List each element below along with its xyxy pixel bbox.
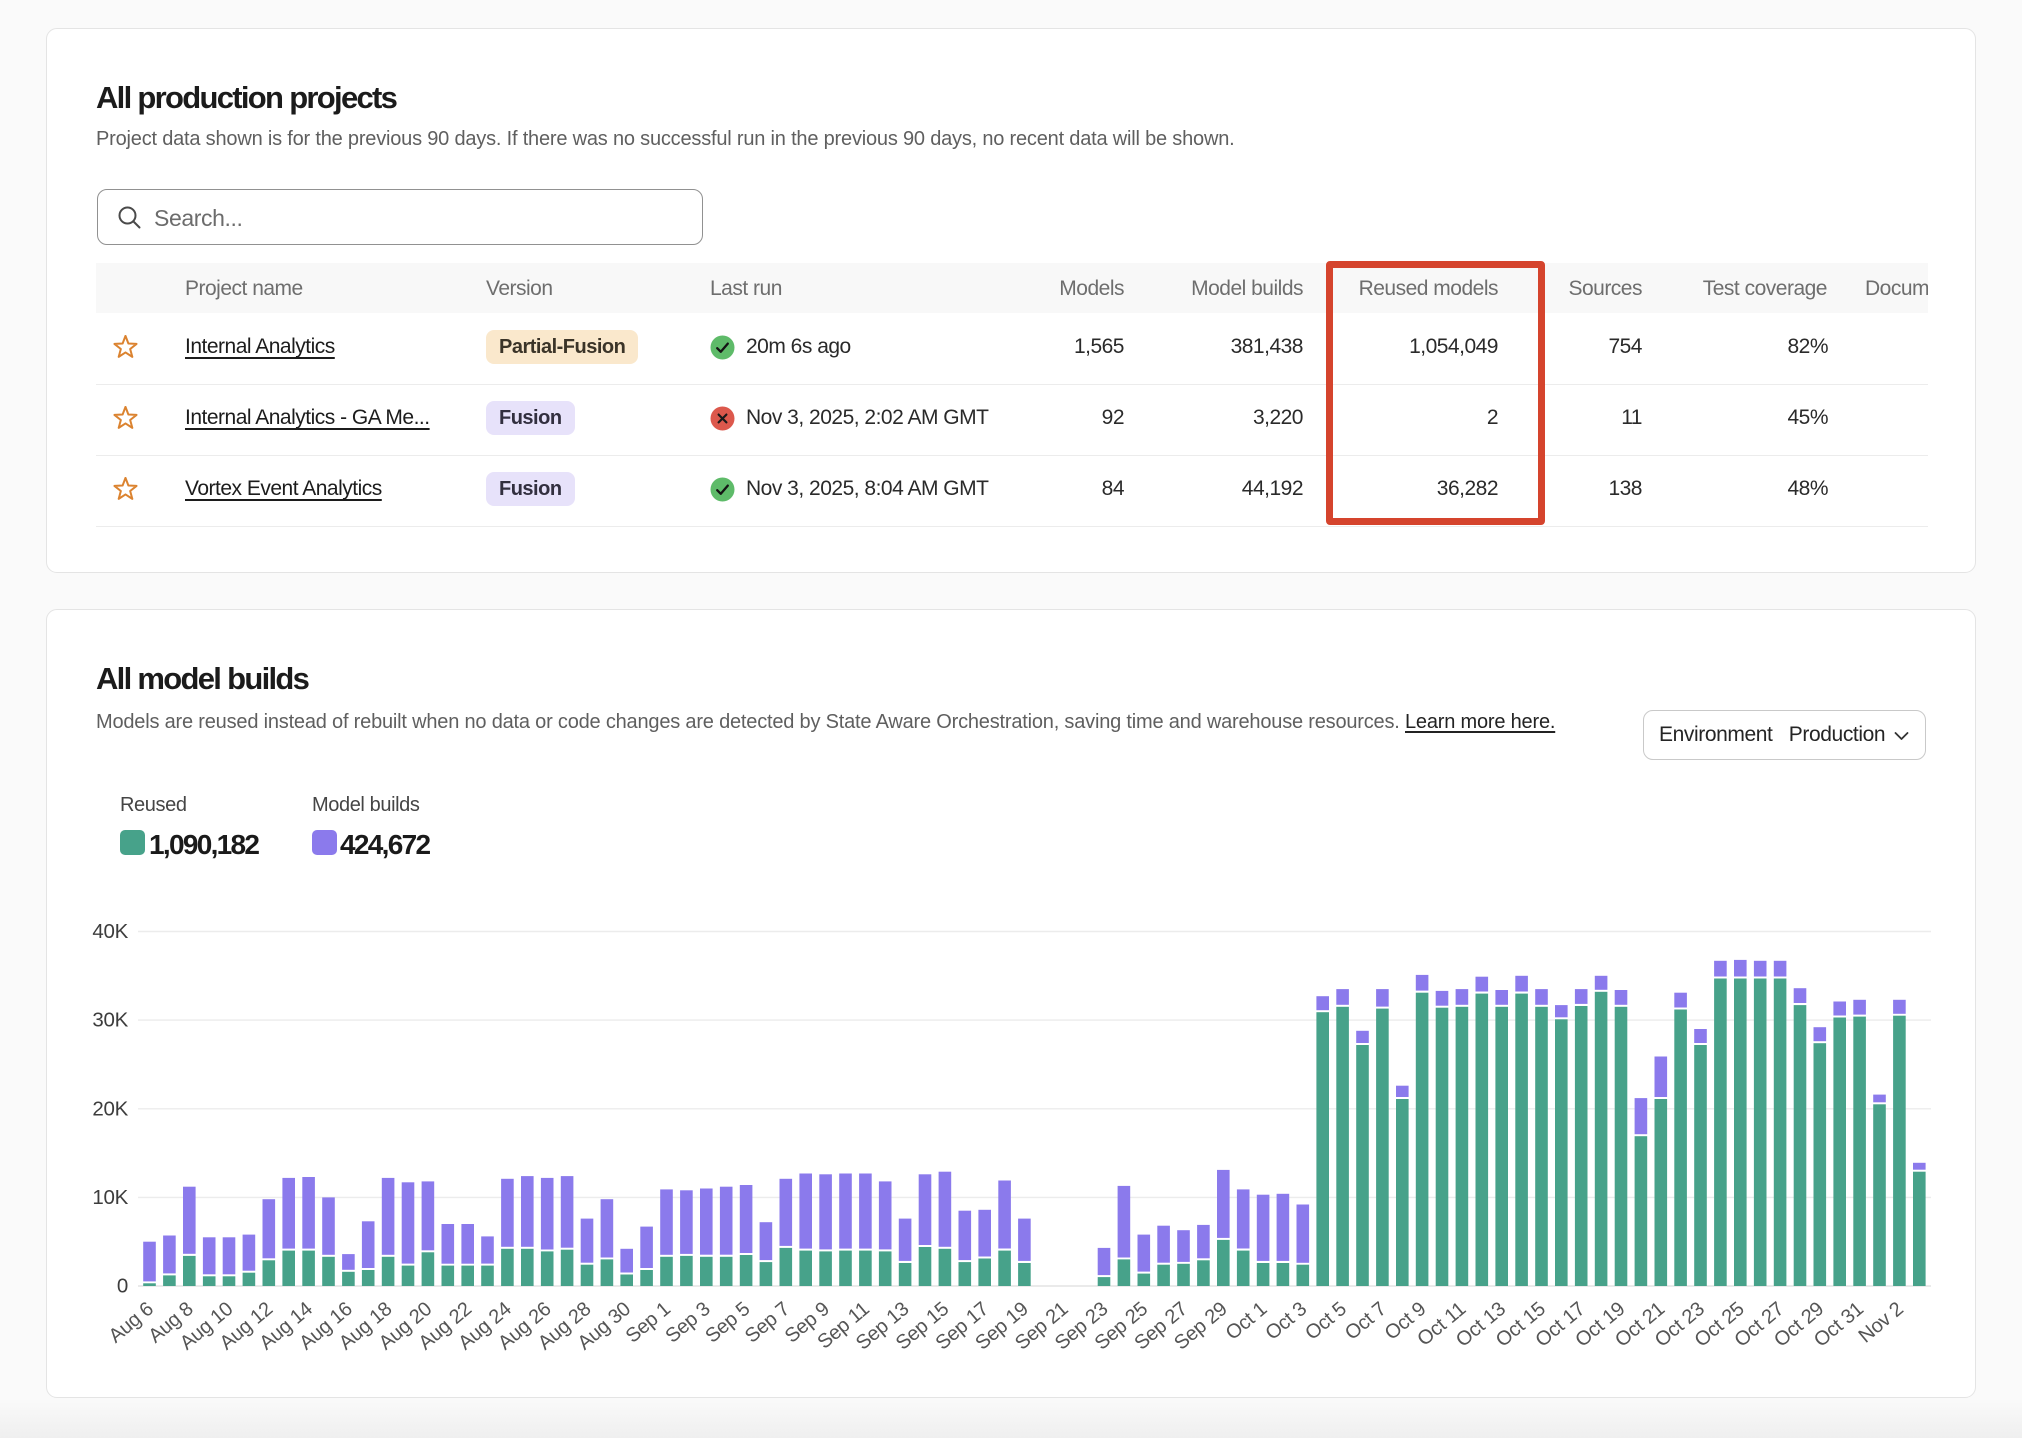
svg-text:Sep 3: Sep 3	[661, 1298, 714, 1348]
svg-text:20K: 20K	[92, 1097, 128, 1120]
svg-text:0: 0	[117, 1275, 128, 1298]
svg-text:Sep 5: Sep 5	[701, 1298, 754, 1348]
svg-text:30K: 30K	[92, 1009, 128, 1032]
svg-text:Oct 3: Oct 3	[1261, 1298, 1311, 1345]
svg-text:Sep 1: Sep 1	[622, 1298, 675, 1348]
svg-text:Aug 6: Aug 6	[105, 1298, 158, 1348]
svg-text:Sep 7: Sep 7	[741, 1298, 794, 1348]
svg-text:Oct 5: Oct 5	[1301, 1298, 1351, 1345]
svg-text:10K: 10K	[92, 1186, 128, 1209]
svg-text:Nov 2: Nov 2	[1855, 1298, 1908, 1348]
svg-text:40K: 40K	[92, 920, 128, 943]
svg-text:Oct 7: Oct 7	[1341, 1298, 1391, 1345]
svg-text:Oct 1: Oct 1	[1222, 1298, 1272, 1345]
